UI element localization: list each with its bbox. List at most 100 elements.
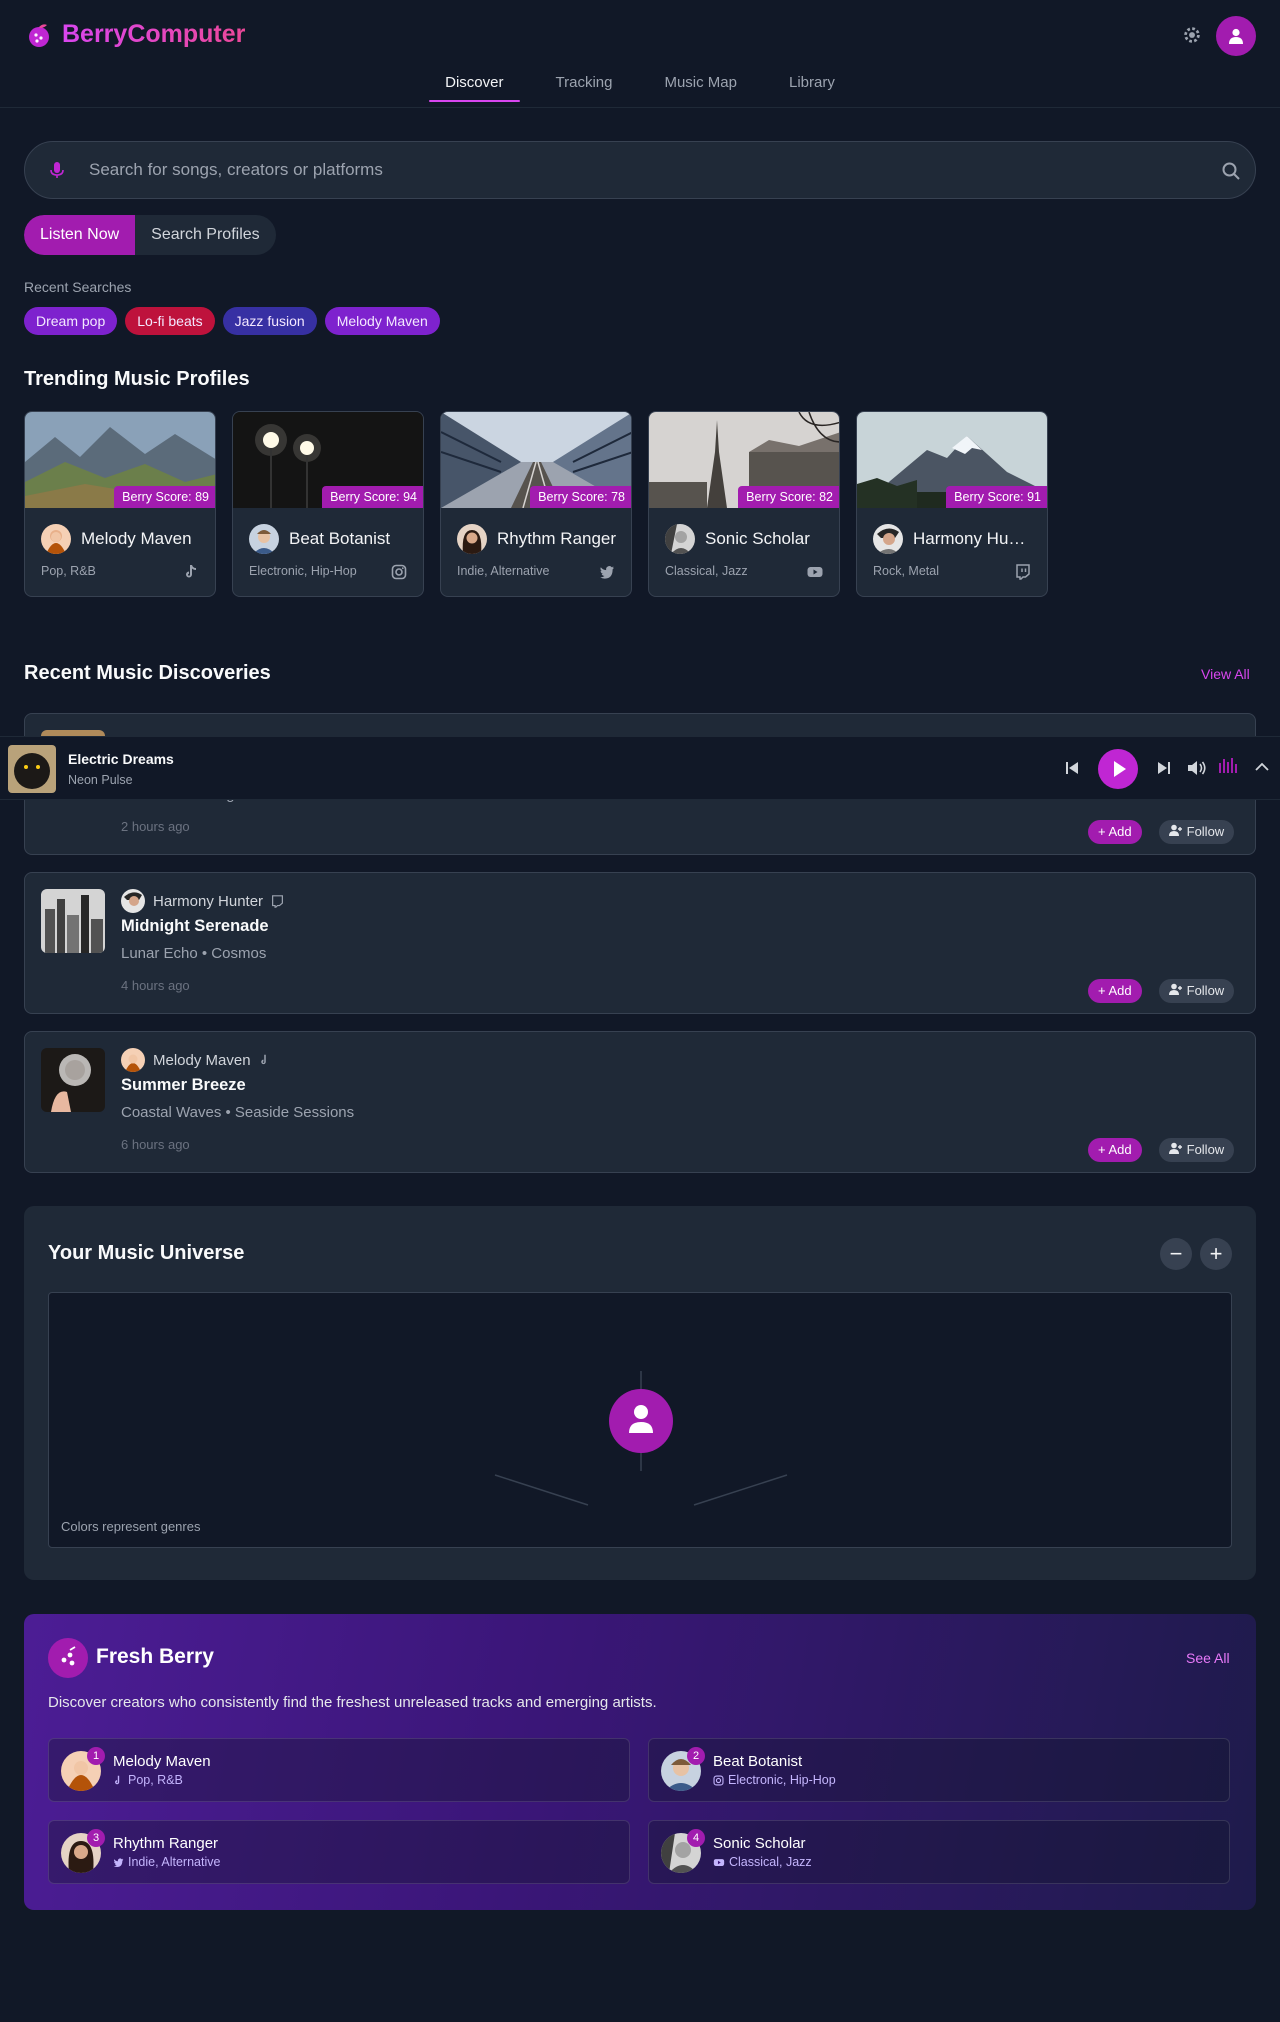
track-title[interactable]: Midnight Serenade [121, 917, 269, 936]
creator-name: Melody Maven [153, 1051, 251, 1069]
search-profiles-button[interactable]: Search Profiles [135, 215, 276, 255]
profile-card-melody-maven[interactable]: Berry Score: 89 Melody Maven Pop, R&B [24, 411, 216, 597]
add-label: Add [1108, 1142, 1132, 1157]
add-button[interactable]: + Add [1088, 979, 1142, 1003]
previous-track-icon[interactable] [1064, 759, 1080, 777]
tab-library[interactable]: Library [789, 70, 835, 104]
card-cover-image: Berry Score: 78 [441, 412, 631, 508]
fresh-rank-item[interactable]: 2 Beat Botanist Electronic, Hip-Hop [648, 1738, 1230, 1802]
add-label: Add [1108, 983, 1132, 998]
search-icon[interactable] [1221, 161, 1241, 181]
profile-name: Melody Maven [81, 529, 192, 548]
follow-label: Follow [1186, 1142, 1225, 1157]
logo[interactable]: BerryComputer [26, 20, 245, 49]
zoom-in-button[interactable]: + [1200, 1238, 1232, 1270]
next-track-icon[interactable] [1156, 759, 1172, 777]
track-cover-image [41, 1048, 105, 1112]
avatar: 2 [661, 1747, 705, 1791]
fresh-berry-panel: Fresh Berry See All Discover creators wh… [24, 1614, 1256, 1910]
card-cover-image: Berry Score: 94 [233, 412, 423, 508]
follow-button[interactable]: Follow [1159, 979, 1235, 1003]
play-icon [1114, 761, 1126, 777]
instagram-icon [713, 1774, 724, 1786]
listen-now-button[interactable]: Listen Now [24, 215, 136, 255]
track-title[interactable]: Summer Breeze [121, 1076, 246, 1095]
profile-card-beat-botanist[interactable]: Berry Score: 94 Beat Botanist Electronic… [232, 411, 424, 597]
discovery-time: 6 hours ago [121, 1137, 190, 1152]
see-all-link[interactable]: See All [1186, 1650, 1230, 1666]
recent-chip[interactable]: Dream pop [24, 307, 118, 335]
avatar [249, 524, 279, 554]
tab-music-map[interactable]: Music Map [664, 70, 737, 104]
discovery-creator[interactable]: Harmony Hunter [121, 889, 284, 913]
rank-genre-text: Electronic, Hip-Hop [728, 1773, 836, 1787]
profile-name: Harmony Hunter [913, 529, 1033, 548]
music-universe-map[interactable]: Colors represent genres [48, 1292, 1232, 1548]
view-all-link[interactable]: View All [1201, 666, 1250, 682]
profile-genre: Indie, Alternative [457, 564, 550, 578]
rank-creator-name: Melody Maven [113, 1753, 211, 1770]
fresh-rank-item[interactable]: 4 Sonic Scholar Classical, Jazz [648, 1820, 1230, 1884]
zoom-out-button[interactable]: − [1160, 1238, 1192, 1270]
gear-icon[interactable] [1181, 24, 1203, 46]
tab-discover[interactable]: Discover [429, 70, 520, 104]
music-universe-title: Your Music Universe [48, 1242, 245, 1264]
recent-chip[interactable]: Jazz fusion [222, 307, 317, 335]
genre-color-note: Colors represent genres [61, 1519, 201, 1534]
tab-tracking[interactable]: Tracking [556, 70, 613, 104]
track-artist-album: Coastal Waves • Seaside Sessions [121, 1104, 355, 1121]
rank-genre: Electronic, Hip-Hop [713, 1773, 836, 1787]
twitch-icon [272, 894, 284, 908]
microphone-icon[interactable] [47, 160, 67, 180]
rank-creator-name: Sonic Scholar [713, 1835, 806, 1852]
profile-card-rhythm-ranger[interactable]: Berry Score: 78 Rhythm Ranger Indie, Alt… [440, 411, 632, 597]
discovery-creator[interactable]: Melody Maven [121, 1048, 271, 1072]
main-nav: Discover Tracking Music Map Library [0, 70, 1280, 104]
fresh-berry-description: Discover creators who consistently find … [48, 1694, 657, 1711]
discovery-time: 4 hours ago [121, 978, 190, 993]
avatar: 4 [661, 1829, 705, 1873]
recent-chip[interactable]: Melody Maven [324, 307, 440, 335]
avatar: 1 [61, 1747, 105, 1791]
follow-label: Follow [1186, 824, 1225, 839]
search-input[interactable] [89, 154, 1189, 186]
recent-chip[interactable]: Lo-fi beats [125, 307, 215, 335]
mode-toggle: Listen Now Search Profiles [24, 215, 276, 255]
track-artist-album: Lunar Echo • Cosmos [121, 945, 267, 962]
volume-icon[interactable] [1186, 758, 1208, 778]
berry-logo-icon [29, 23, 49, 47]
discoveries-title: Recent Music Discoveries [24, 662, 271, 684]
rank-genre: Indie, Alternative [113, 1855, 220, 1869]
chevron-up-icon[interactable] [1254, 761, 1270, 773]
profile-name: Rhythm Ranger [497, 529, 617, 548]
berry-score-badge: Berry Score: 78 [530, 486, 631, 508]
follow-label: Follow [1186, 983, 1225, 998]
user-avatar-button[interactable] [1216, 16, 1256, 56]
profile-name: Sonic Scholar [705, 529, 810, 548]
follow-button[interactable]: Follow [1159, 820, 1235, 844]
rank-genre: Pop, R&B [113, 1773, 183, 1787]
card-cover-image: Berry Score: 91 [857, 412, 1047, 508]
add-button[interactable]: + Add [1088, 1138, 1142, 1162]
user-plus-icon [1169, 1142, 1182, 1154]
play-button[interactable] [1098, 749, 1138, 789]
user-plus-icon [1169, 824, 1182, 836]
fresh-berry-title: Fresh Berry [96, 1645, 214, 1668]
add-button[interactable]: + Add [1088, 820, 1142, 844]
follow-button[interactable]: Follow [1159, 1138, 1235, 1162]
fresh-rank-item[interactable]: 1 Melody Maven Pop, R&B [48, 1738, 630, 1802]
avatar [457, 524, 487, 554]
fresh-rank-item[interactable]: 3 Rhythm Ranger Indie, Alternative [48, 1820, 630, 1884]
discovery-item: Harmony Hunter Midnight Serenade Lunar E… [24, 872, 1256, 1014]
profile-card-harmony-hunter[interactable]: Berry Score: 91 Harmony Hunter Rock, Met… [856, 411, 1048, 597]
discovery-time: 2 hours ago [121, 819, 190, 834]
recent-searches-label: Recent Searches [24, 279, 132, 295]
music-universe-panel: Your Music Universe − + Colors represent… [24, 1206, 1256, 1580]
rank-genre-text: Pop, R&B [128, 1773, 183, 1787]
rank-number: 1 [87, 1747, 105, 1765]
trending-title: Trending Music Profiles [24, 368, 250, 390]
now-playing-cover[interactable] [8, 745, 56, 793]
profile-card-sonic-scholar[interactable]: Berry Score: 82 Sonic Scholar Classical,… [648, 411, 840, 597]
berry-score-badge: Berry Score: 91 [946, 486, 1047, 508]
tiktok-icon [260, 1054, 266, 1065]
